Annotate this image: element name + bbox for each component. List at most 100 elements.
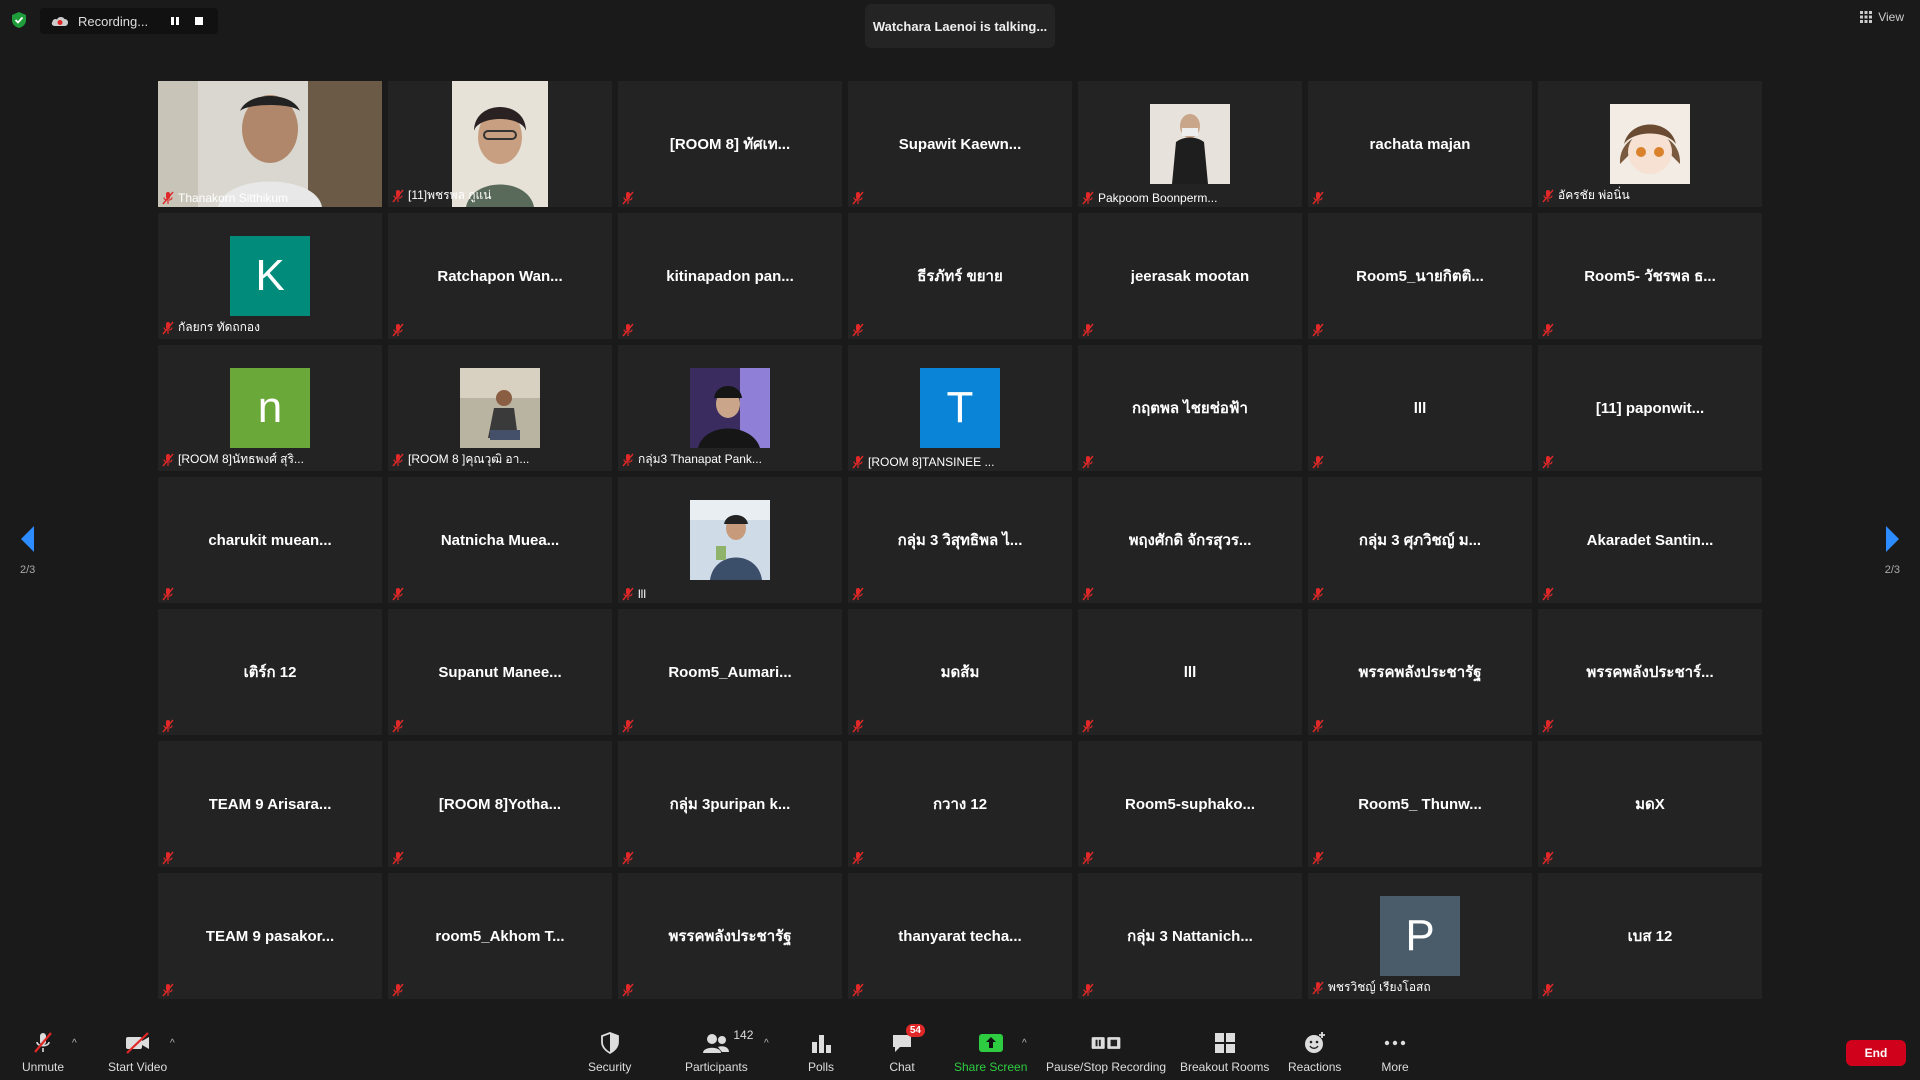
audio-options-caret-icon[interactable]: ^ bbox=[72, 1038, 77, 1049]
participant-footer-name: [ROOM 8]TANSINEE ... bbox=[868, 455, 995, 469]
participant-tile[interactable]: jeerasak mootan bbox=[1078, 213, 1302, 339]
stop-recording-button[interactable] bbox=[188, 10, 210, 32]
participant-tile[interactable]: ธีรภัทร์ ขยาย bbox=[848, 213, 1072, 339]
reactions-smiley-icon bbox=[1304, 1032, 1325, 1053]
participant-footer-name: Thanakorn Sitthikum bbox=[178, 191, 289, 205]
participant-tile[interactable]: Natnicha Muea... bbox=[388, 477, 612, 603]
prev-page-arrow-icon[interactable] bbox=[18, 524, 38, 554]
participant-tile[interactable]: อัครชัย พ่อนิ่น bbox=[1538, 81, 1762, 207]
start-video-button[interactable]: Start Video bbox=[108, 1030, 167, 1074]
participant-tile[interactable]: P พชรวิชญ์ เรียงโอสถ bbox=[1308, 873, 1532, 999]
chat-button[interactable]: 54 Chat bbox=[887, 1024, 925, 1074]
participant-tile[interactable]: Room5-suphako... bbox=[1078, 741, 1302, 867]
muted-mic-icon bbox=[392, 453, 404, 466]
more-button[interactable]: More bbox=[1380, 1030, 1410, 1074]
participants-button[interactable]: 142 Participants bbox=[685, 1028, 753, 1074]
participant-tile[interactable]: Ratchapon Wan... bbox=[388, 213, 612, 339]
end-meeting-button[interactable]: End bbox=[1846, 1040, 1906, 1066]
active-speaker-banner: Watchara Laenoi is talking... bbox=[865, 4, 1055, 48]
breakout-rooms-button[interactable]: Breakout Rooms bbox=[1180, 1030, 1269, 1074]
participant-name: TEAM 9 Arisara... bbox=[208, 795, 332, 813]
grid-view-icon bbox=[1860, 11, 1873, 23]
participant-tile[interactable]: Room5- วัชรพล ธ... bbox=[1538, 213, 1762, 339]
security-button[interactable]: Security bbox=[588, 1030, 631, 1074]
polls-button[interactable]: Polls bbox=[806, 1030, 836, 1074]
participant-tile[interactable]: พรรคพลังประชารัฐ bbox=[618, 873, 842, 999]
participant-name: กลุ่ม 3 วิสุทธิพล ไ... bbox=[897, 532, 1023, 549]
participant-tile[interactable]: เบส 12 bbox=[1538, 873, 1762, 999]
participant-tile[interactable]: Room5_ Thunw... bbox=[1308, 741, 1532, 867]
participant-tile[interactable]: thanyarat techa... bbox=[848, 873, 1072, 999]
participant-tile[interactable]: กลุ่ม 3puripan k... bbox=[618, 741, 842, 867]
tile-footer bbox=[851, 851, 865, 865]
participant-tile[interactable]: Pakpoom Boonperm... bbox=[1078, 81, 1302, 207]
participant-tile[interactable]: พรรคพลังประชาร์... bbox=[1538, 609, 1762, 735]
next-page-arrow-icon[interactable] bbox=[1882, 524, 1902, 554]
participant-tile[interactable]: lll bbox=[1308, 345, 1532, 471]
participant-tile[interactable]: พฤงศักดิ จักรสุวร... bbox=[1078, 477, 1302, 603]
participant-tile[interactable]: [11]พชรพล กูแน่ bbox=[388, 81, 612, 207]
muted-mic-icon bbox=[852, 851, 864, 865]
participant-tile[interactable]: มดX bbox=[1538, 741, 1762, 867]
participant-photo bbox=[1610, 104, 1690, 184]
participants-caret-icon[interactable]: ^ bbox=[764, 1038, 769, 1049]
participant-name: Supanut Manee... bbox=[438, 663, 562, 681]
pause-recording-button[interactable] bbox=[164, 10, 186, 32]
video-options-caret-icon[interactable]: ^ bbox=[170, 1038, 175, 1049]
participant-tile[interactable]: กลุ่ม 3 Nattanich... bbox=[1078, 873, 1302, 999]
participant-name: [ROOM 8]Yotha... bbox=[438, 795, 562, 813]
participant-tile[interactable]: rachata majan bbox=[1308, 81, 1532, 207]
muted-mic-icon bbox=[852, 323, 864, 337]
muted-mic-icon bbox=[622, 323, 634, 337]
participant-footer-name: พชรวิชญ์ เรียงโอสถ bbox=[1328, 980, 1431, 994]
muted-mic-icon bbox=[392, 983, 404, 997]
security-shield-icon[interactable] bbox=[10, 11, 28, 29]
participant-tile[interactable]: T [ROOM 8]TANSINEE ... bbox=[848, 345, 1072, 471]
participant-tile[interactable]: kitinapadon pan... bbox=[618, 213, 842, 339]
participant-tile[interactable]: room5_Akhom T... bbox=[388, 873, 612, 999]
participant-tile[interactable]: Thanakorn Sitthikum bbox=[158, 81, 382, 207]
pause-stop-icon bbox=[1091, 1037, 1121, 1049]
participant-tile[interactable]: [ROOM 8]Yotha... bbox=[388, 741, 612, 867]
share-screen-button[interactable]: Share Screen bbox=[954, 1030, 1027, 1074]
participant-tile[interactable]: Room5_Aumari... bbox=[618, 609, 842, 735]
share-options-caret-icon[interactable]: ^ bbox=[1022, 1038, 1027, 1049]
participant-tile[interactable]: กลุ่ม 3 ศุภวิชญ์ ม... bbox=[1308, 477, 1532, 603]
view-button[interactable]: View bbox=[1860, 10, 1904, 24]
participant-tile[interactable]: พรรคพลังประชารัฐ bbox=[1308, 609, 1532, 735]
participant-tile[interactable]: K กัลยกร ทัดถกอง bbox=[158, 213, 382, 339]
unmute-button[interactable]: Unmute bbox=[22, 1030, 64, 1074]
participant-tile[interactable]: กวาง 12 bbox=[848, 741, 1072, 867]
participant-avatar: K bbox=[230, 236, 310, 316]
recording-label: Recording... bbox=[78, 13, 149, 29]
participant-photo bbox=[690, 368, 770, 448]
participant-tile[interactable]: Supanut Manee... bbox=[388, 609, 612, 735]
participant-name: เติร์ก 12 bbox=[243, 664, 297, 681]
participant-tile[interactable]: [ROOM 8 ]คุณวุฒิ อา... bbox=[388, 345, 612, 471]
participant-footer-name: อัครชัย พ่อนิ่น bbox=[1558, 188, 1630, 202]
participant-tile[interactable]: [11] paponwit... bbox=[1538, 345, 1762, 471]
participant-tile[interactable]: TEAM 9 pasakor... bbox=[158, 873, 382, 999]
participant-name: room5_Akhom T... bbox=[435, 927, 565, 945]
participant-tile[interactable]: เติร์ก 12 bbox=[158, 609, 382, 735]
tile-footer bbox=[391, 719, 405, 733]
participant-tile[interactable]: charukit muean... bbox=[158, 477, 382, 603]
muted-mic-icon bbox=[852, 587, 864, 601]
participant-name: กลุ่ม 3puripan k... bbox=[669, 796, 791, 813]
muted-mic-icon bbox=[622, 983, 634, 997]
participant-tile[interactable]: [ROOM 8] ทัศเท... bbox=[618, 81, 842, 207]
participant-tile[interactable]: Supawit Kaewn... bbox=[848, 81, 1072, 207]
participant-tile[interactable]: มดส้ม bbox=[848, 609, 1072, 735]
muted-mic-icon bbox=[1542, 851, 1554, 865]
pause-stop-recording-button[interactable]: Pause/Stop Recording bbox=[1046, 1030, 1166, 1074]
participant-tile[interactable]: n [ROOM 8]นัทธพงศ์ สุริ... bbox=[158, 345, 382, 471]
participant-tile[interactable]: Akaradet Santin... bbox=[1538, 477, 1762, 603]
participant-tile[interactable]: กฤตพล ไชยช่อฟ้า bbox=[1078, 345, 1302, 471]
participant-tile[interactable]: กลุ่ม3 Thanapat Pank... bbox=[618, 345, 842, 471]
participant-tile[interactable]: Room5_นายกิตติ... bbox=[1308, 213, 1532, 339]
participant-tile[interactable]: กลุ่ม 3 วิสุทธิพล ไ... bbox=[848, 477, 1072, 603]
participant-tile[interactable]: lll bbox=[618, 477, 842, 603]
participant-tile[interactable]: TEAM 9 Arisara... bbox=[158, 741, 382, 867]
participant-tile[interactable]: lll bbox=[1078, 609, 1302, 735]
reactions-button[interactable]: Reactions bbox=[1288, 1030, 1341, 1074]
